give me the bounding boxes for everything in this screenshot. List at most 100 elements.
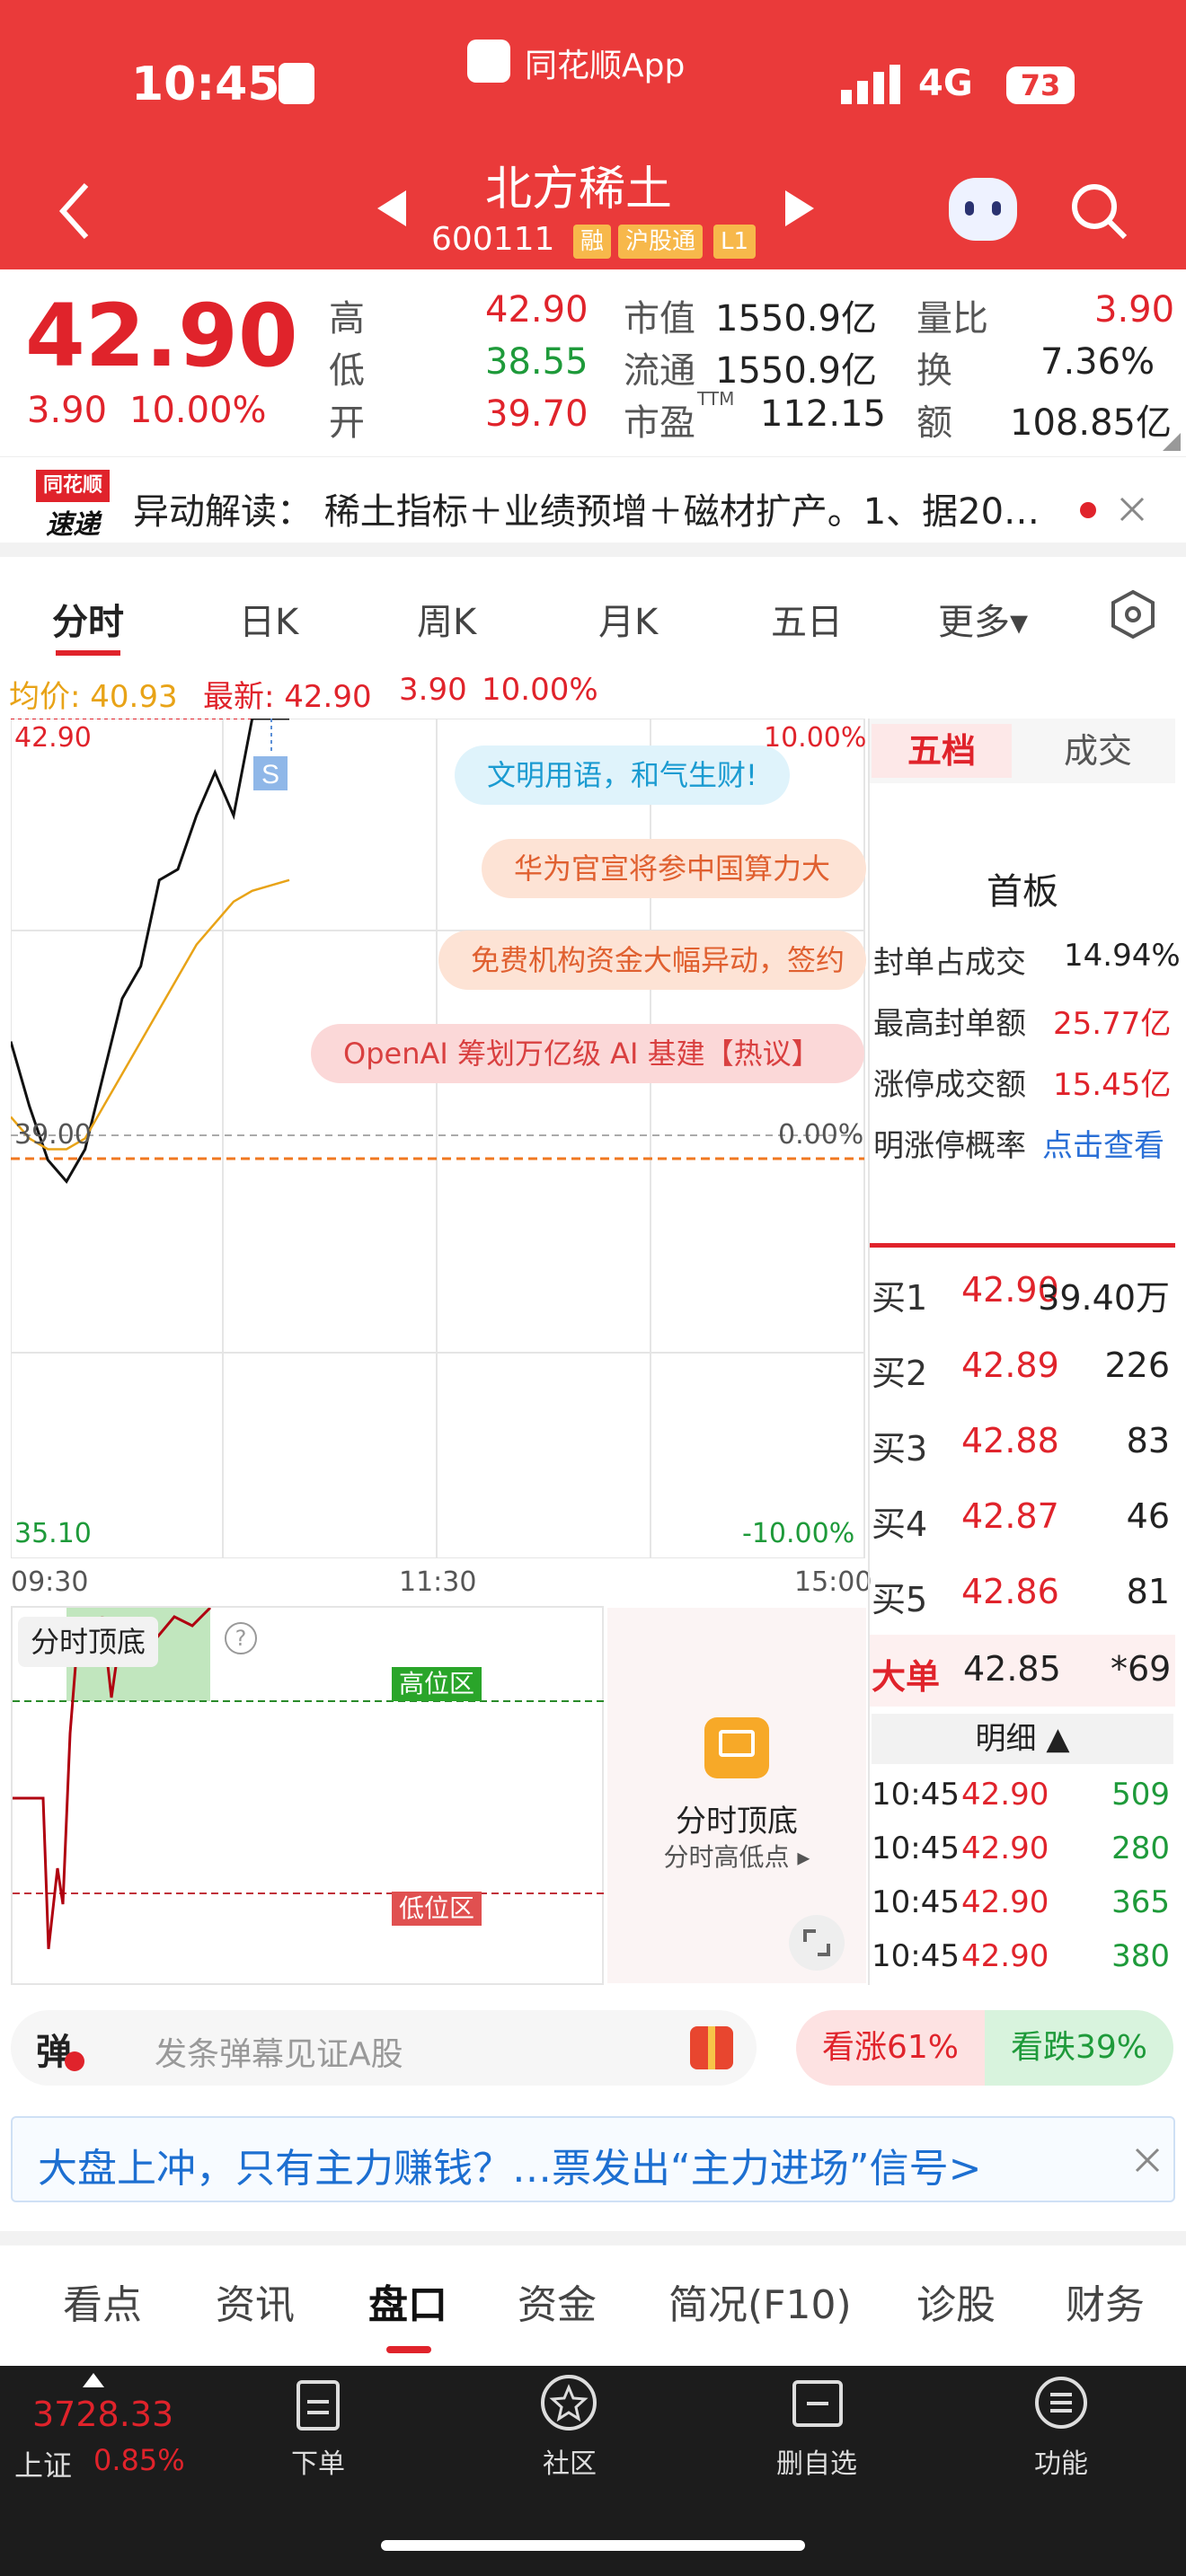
level-tag: L1 <box>713 225 757 259</box>
y-bottom-label: 35.10 <box>14 1518 92 1549</box>
bid-price[interactable]: 42.89 <box>961 1345 1059 1385</box>
bid-volume: 46 <box>1126 1496 1170 1536</box>
section-gap <box>0 2231 1186 2245</box>
x-label-open: 09:30 <box>11 1566 89 1598</box>
tab-monthly-k[interactable]: 月K <box>598 593 658 645</box>
bid-price[interactable]: 42.88 <box>961 1421 1059 1460</box>
bid-label: 买5 <box>872 1580 928 1619</box>
mktcap-label: 市值 <box>624 298 695 340</box>
index-value[interactable]: 3728.33 <box>32 2395 173 2434</box>
tab-financials[interactable]: 财务 <box>1066 2272 1145 2330</box>
search-icon[interactable] <box>1069 181 1128 241</box>
notice-text: 异动解读： 稀土指标＋业绩预增＋磁材扩产。1、据20… <box>133 491 1040 533</box>
tab-highlights[interactable]: 看点 <box>63 2272 142 2330</box>
network-type: 4G <box>918 63 973 104</box>
help-icon[interactable]: ? <box>225 1622 257 1654</box>
close-icon[interactable] <box>1120 497 1145 522</box>
tab-intraday[interactable]: 分时 <box>52 593 124 645</box>
avg-price-label: 均价: 40.93 <box>9 679 178 715</box>
stat-label: 明涨停概率 <box>873 1128 1026 1164</box>
anomaly-notice[interactable]: 同花顺 速递 异动解读： 稀土指标＋业绩预增＋磁材扩产。1、据20… <box>0 456 1186 557</box>
bid-label: 买1 <box>872 1278 928 1318</box>
tab-daily-k[interactable]: 日K <box>239 593 298 645</box>
dock-community[interactable]: 社区 <box>516 2441 624 2481</box>
board-title: 首板 <box>987 871 1058 913</box>
bid-price[interactable]: 42.86 <box>961 1572 1059 1611</box>
fullscreen-icon[interactable] <box>789 1915 845 1971</box>
danmu-input[interactable]: 发条弹幕见证A股 <box>155 2028 403 2075</box>
expand-corner-icon[interactable] <box>1163 433 1181 451</box>
tick-price: 42.90 <box>961 1831 1049 1866</box>
y-mid-label: 39.00 <box>14 1119 92 1151</box>
back-icon[interactable] <box>56 180 92 243</box>
bid-price[interactable]: 42.87 <box>961 1496 1059 1536</box>
bid-volume: 83 <box>1126 1421 1170 1460</box>
danmu-bubble[interactable]: 免费机构资金大幅异动，签约 <box>438 931 866 990</box>
low-value: 38.55 <box>485 341 589 383</box>
tab-f10[interactable]: 简况(F10) <box>668 2272 852 2330</box>
tab-capital[interactable]: 资金 <box>518 2272 597 2330</box>
tab-diagnosis[interactable]: 诊股 <box>916 2272 996 2330</box>
big-order-label: 大单 <box>872 1657 941 1697</box>
dock-remove-favorite[interactable]: 删自选 <box>758 2441 875 2481</box>
bid-volume: 39.40万 <box>1038 1278 1170 1318</box>
tab-weekly-k[interactable]: 周K <box>417 593 476 645</box>
tick-volume: 380 <box>1111 1938 1170 1974</box>
remove-favorite-icon <box>792 2380 843 2427</box>
amount-label: 额 <box>916 402 952 444</box>
low-zone-label: 低位区 <box>392 1892 482 1926</box>
bearish-button[interactable]: 看跌39% <box>985 2010 1173 2086</box>
pe-value: 112.15 <box>760 393 886 435</box>
tick-time: 10:45 <box>872 1938 960 1974</box>
header-bar: 10:45 同花顺App 4G 73 北方稀土 600111 融 沪股通 L1 <box>0 0 1186 269</box>
next-stock-icon[interactable] <box>783 189 816 228</box>
indicator-promo[interactable]: 分时顶底 分时高低点 ▸ <box>607 1608 866 1983</box>
indicator-panel[interactable]: 分时顶底 ? 高位区 低位区 <box>11 1606 606 1985</box>
tab-underline <box>386 2346 431 2353</box>
danmu-bubble[interactable]: 华为官宣将参中国算力大 <box>482 839 866 898</box>
tick-time: 10:45 <box>872 1831 960 1866</box>
pct-bottom-label: -10.00% <box>742 1518 855 1549</box>
express-logo: 同花顺 速递 <box>36 470 110 542</box>
danmu-input-bar[interactable]: 弹 发条弹幕见证A股 <box>11 2010 757 2086</box>
settings-hexagon-icon[interactable] <box>1111 589 1155 640</box>
robot-assistant-icon[interactable] <box>949 178 1017 241</box>
tick-time: 10:45 <box>872 1884 960 1920</box>
order-document-icon <box>296 2380 340 2430</box>
tick-volume: 365 <box>1111 1884 1170 1920</box>
y-top-label: 42.90 <box>14 722 92 754</box>
price-change-pct: 10.00% <box>129 390 267 431</box>
prev-stock-icon[interactable] <box>376 189 408 228</box>
danmu-bubble[interactable]: 文明用语，和气生财! <box>455 745 790 805</box>
home-indicator[interactable] <box>381 2540 805 2551</box>
ad-banner[interactable]: 大盘上冲，只有主力赚钱？…票发出“主力进场”信号> <box>11 2116 1175 2202</box>
stock-code: 600111 <box>431 221 555 258</box>
bullish-button[interactable]: 看涨61% <box>796 2010 985 2086</box>
tab-trades[interactable]: 成交 <box>1026 724 1170 778</box>
pct-top-label: 10.00% <box>764 722 867 754</box>
tick-volume: 509 <box>1111 1777 1170 1813</box>
tab-news[interactable]: 资讯 <box>216 2272 295 2330</box>
danmu-badge-icon <box>65 2051 84 2071</box>
danmu-bubble[interactable]: OpenAI 筹划万亿级 AI 基建【热议】 <box>311 1024 864 1083</box>
bid-volume: 81 <box>1126 1572 1170 1611</box>
dock-functions[interactable]: 功能 <box>1006 2441 1116 2481</box>
indicator-select[interactable]: 分时顶底 <box>18 1617 159 1667</box>
detail-toggle[interactable]: 明细 ▲ <box>872 1714 1173 1764</box>
tab-level2[interactable]: 盘口 <box>368 2272 447 2330</box>
gift-icon[interactable] <box>690 2026 733 2069</box>
tab-five-day[interactable]: 五日 <box>771 593 843 645</box>
stat-value: 14.94% <box>1064 938 1181 974</box>
dock-order[interactable]: 下单 <box>264 2441 372 2481</box>
index-name: 上证 <box>14 2448 73 2483</box>
view-probability-link[interactable]: 点击查看 <box>1042 1121 1164 1165</box>
unread-dot <box>1080 502 1096 518</box>
status-app-name: 同花顺App <box>525 48 686 84</box>
pct-mid-label: 0.00% <box>778 1119 864 1151</box>
signal-icon <box>841 65 900 104</box>
sell-marker-text: S <box>261 760 279 790</box>
ad-close-icon[interactable] <box>1134 2147 1161 2174</box>
tab-five-levels[interactable]: 五档 <box>872 724 1012 778</box>
stat-label: 涨停成交额 <box>873 1067 1026 1103</box>
tab-more[interactable]: 更多▾ <box>938 593 1028 645</box>
